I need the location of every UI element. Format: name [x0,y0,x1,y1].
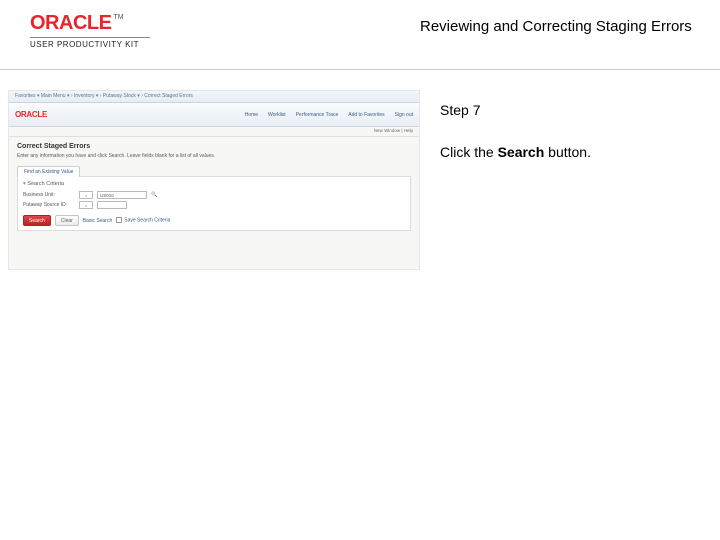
save-criteria[interactable]: Save Search Criteria [116,217,170,224]
save-search-link[interactable]: Save Search Criteria [124,218,170,224]
nav-signout[interactable]: Sign out [395,112,413,118]
oracle-logo: ORACLE [30,12,111,34]
app-screenshot: Favorites ▾ Main Menu ▾ › Inventory ▾ › … [8,90,420,270]
tab-find-existing[interactable]: Find an Existing Value [17,166,80,177]
label-putaway-source: Putaway Source ID: [23,202,75,208]
app-subbar[interactable]: New Window | Help [9,127,419,137]
nav-add-fav[interactable]: Add to Favorites [348,112,384,118]
instruction-text: Click the Search button. [440,144,700,160]
nav-home[interactable]: Home [245,112,258,118]
app-nav: Home Worklist Performance Trace Add to F… [245,112,413,118]
app-heading: Correct Staged Errors [17,143,411,150]
brand-subtitle: USER PRODUCTIVITY KIT [30,37,150,49]
basic-search-link[interactable]: Basic Search [83,218,112,224]
checkbox-icon[interactable] [116,217,122,223]
inst-before: Click the [440,144,498,160]
input-putaway-source[interactable] [97,201,127,209]
nav-worklist[interactable]: Worklist [268,112,286,118]
trademark: TM [113,14,123,21]
app-topbar: ORACLE Home Worklist Performance Trace A… [9,103,419,127]
search-button[interactable]: Search [23,215,51,226]
instruction-pane: Step 7 Click the Search button. [420,70,720,540]
app-description: Enter any information you have and click… [17,153,411,159]
clear-button[interactable]: Clear [55,215,79,226]
inst-bold: Search [498,144,545,160]
breadcrumb[interactable]: Favorites ▾ Main Menu ▾ › Inventory ▾ › … [9,91,419,103]
field-row-putaway-source: Putaway Source ID: = [23,201,405,209]
field-row-business-unit: Business Unit: = US010 🔍 [23,191,405,199]
button-row: Search Clear Basic Search Save Search Cr… [23,215,405,226]
input-business-unit[interactable]: US010 [97,191,147,199]
operator-select[interactable]: = [79,201,93,209]
brand-block: ORACLETM USER PRODUCTIVITY KIT [30,12,190,49]
label-business-unit: Business Unit: [23,192,75,198]
search-panel: Search Criteria Business Unit: = US010 🔍… [17,176,411,231]
page-title: Reviewing and Correcting Staging Errors [190,12,700,35]
page-header: ORACLETM USER PRODUCTIVITY KIT Reviewing… [0,0,720,70]
content-area: Favorites ▾ Main Menu ▾ › Inventory ▾ › … [0,70,720,540]
section-search-criteria[interactable]: Search Criteria [23,181,405,187]
step-label: Step 7 [440,102,700,118]
lookup-icon[interactable]: 🔍 [151,192,158,199]
operator-select[interactable]: = [79,191,93,199]
nav-perf-trace[interactable]: Performance Trace [296,112,339,118]
app-oracle-logo: ORACLE [15,110,47,119]
app-body: Correct Staged Errors Enter any informat… [9,137,419,237]
inst-after: button. [544,144,591,160]
